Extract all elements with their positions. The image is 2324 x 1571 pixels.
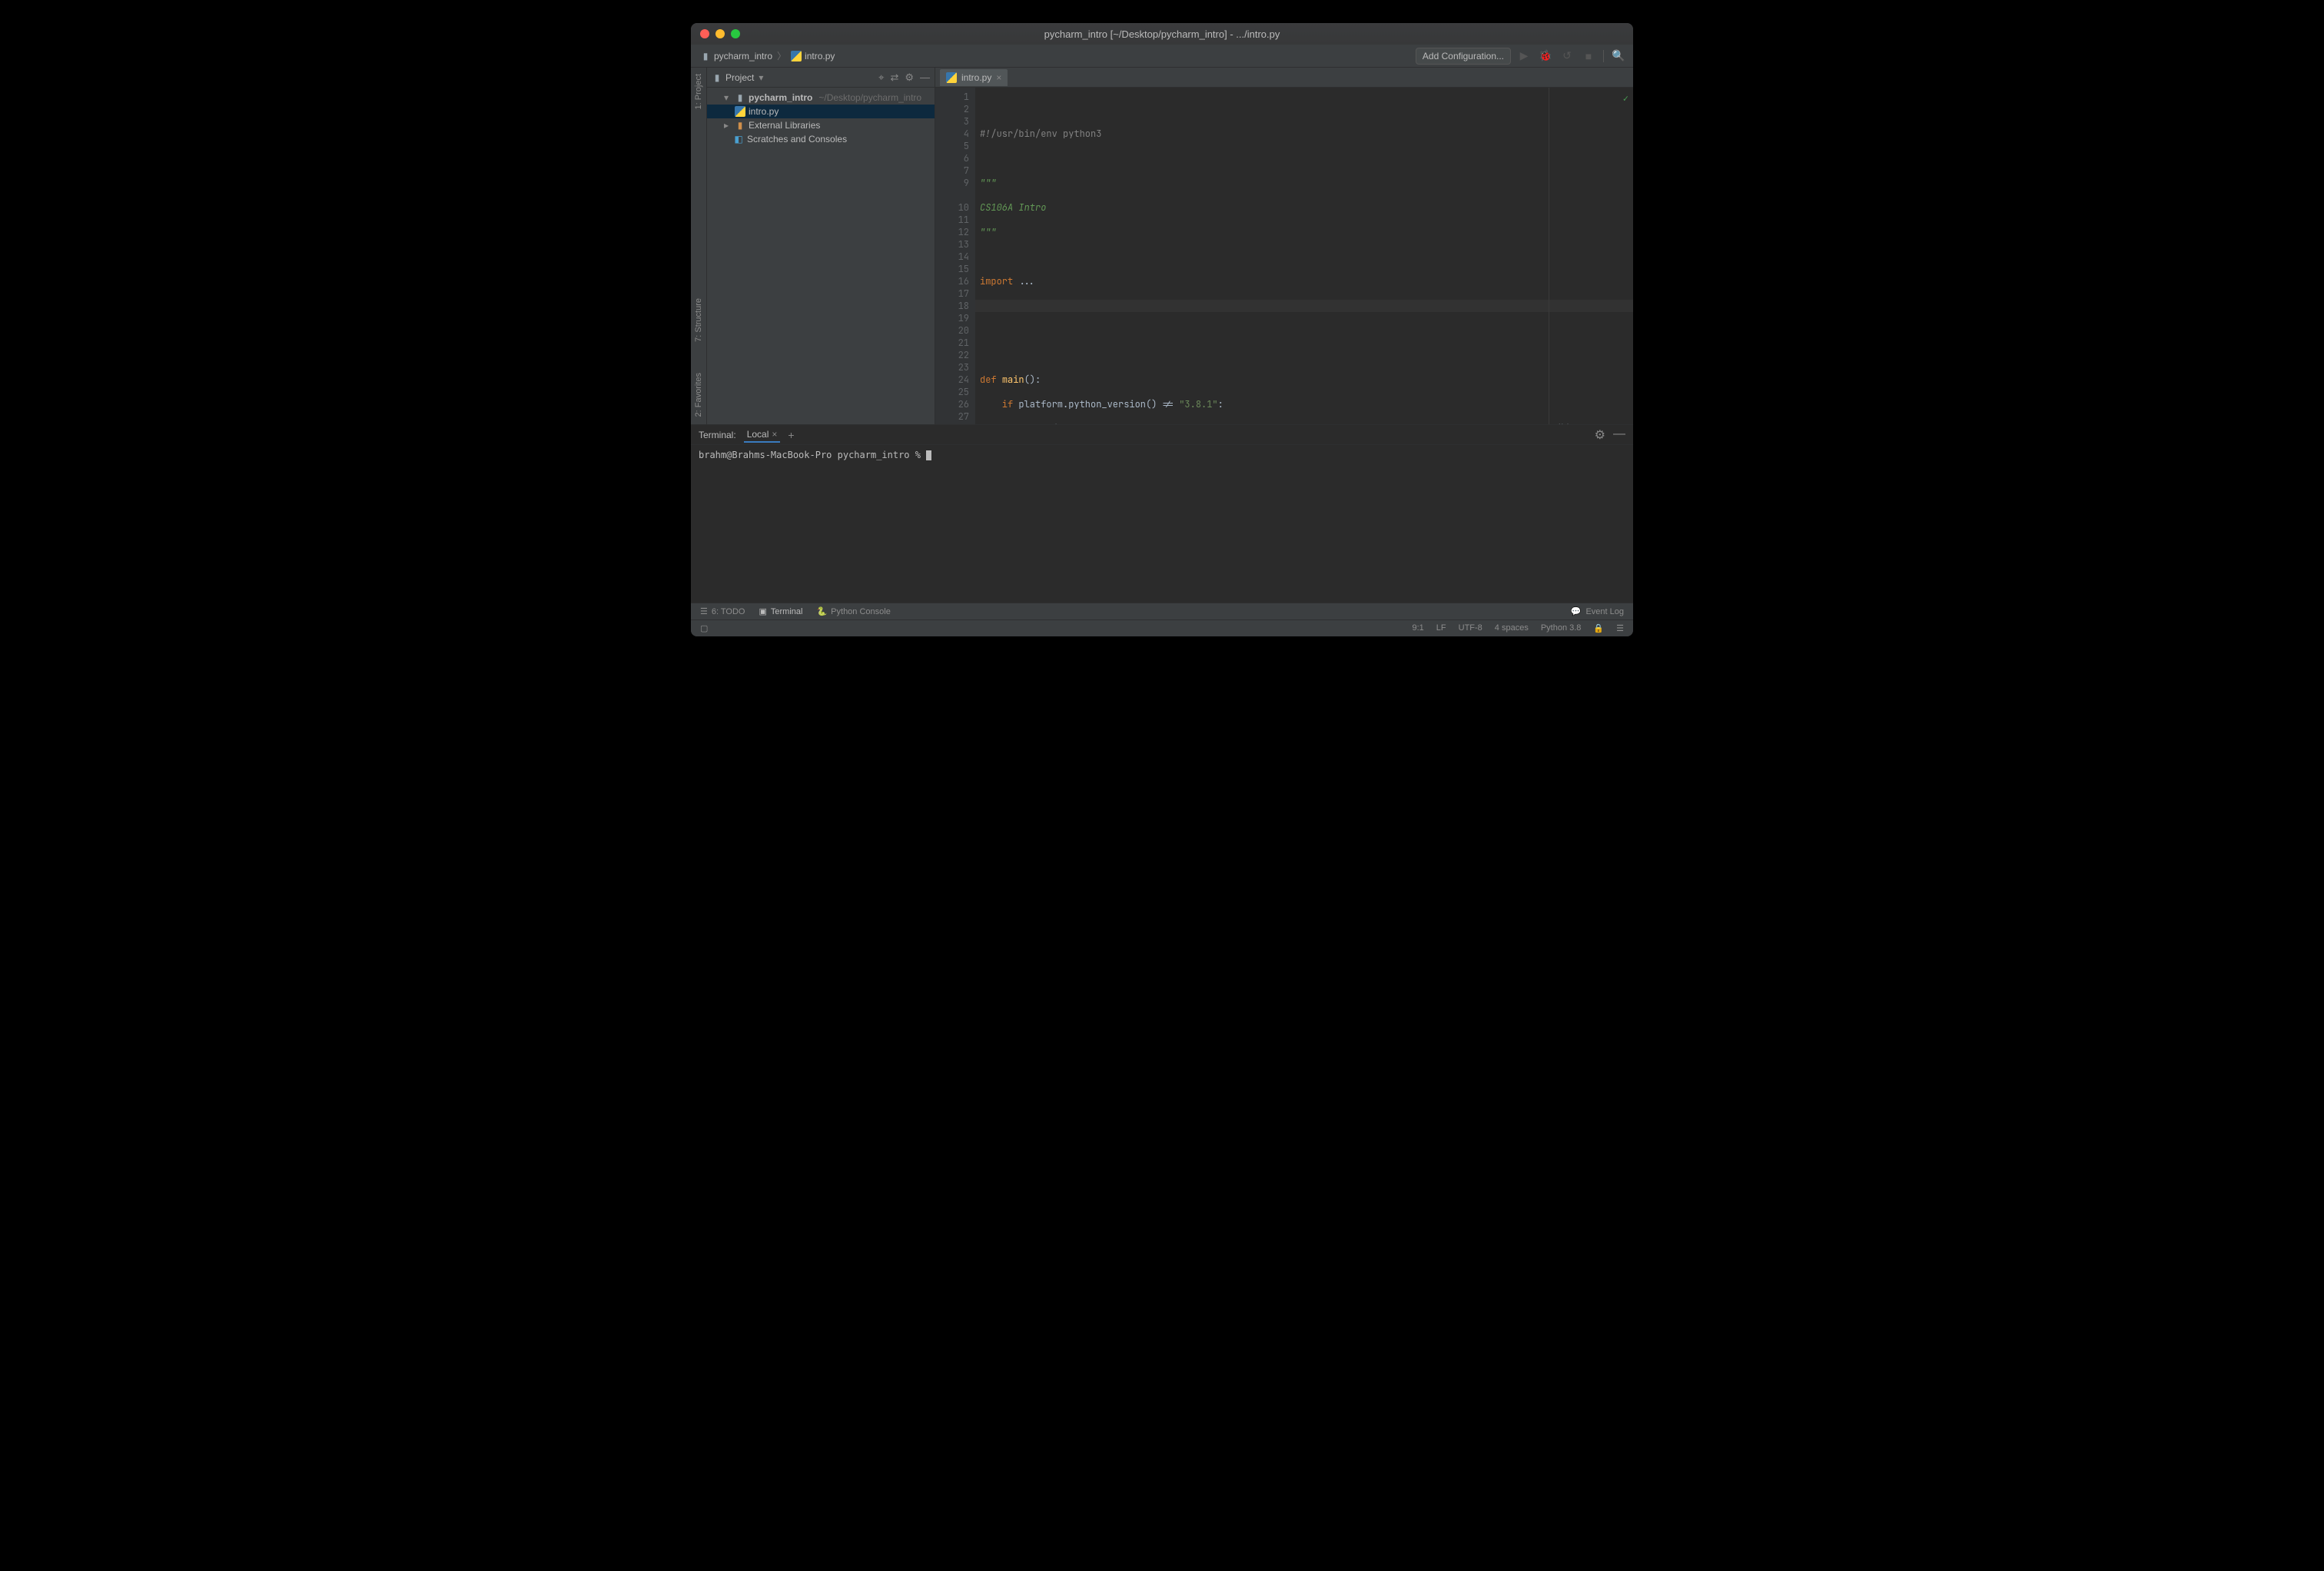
folder-icon: ▮ <box>712 72 722 83</box>
add-terminal-icon[interactable]: + <box>788 429 794 441</box>
divider <box>1603 50 1604 62</box>
status-encoding[interactable]: UTF-8 <box>1459 623 1482 633</box>
status-indent[interactable]: 4 spaces <box>1495 623 1529 633</box>
tab-event-log[interactable]: 💬 Event Log <box>1571 606 1633 616</box>
search-icon[interactable]: 🔍 <box>1610 48 1627 65</box>
left-tool-strip: 1: Project 7: Structure 2: Favorites <box>691 68 707 424</box>
tree-scratches[interactable]: ◧ Scratches and Consoles <box>707 132 935 146</box>
tree-ext-libs-label: External Libraries <box>749 120 820 131</box>
run-icon[interactable]: ▶ <box>1516 48 1532 65</box>
project-pane: ▮ Project ▾ ⌖ ⇄ ⚙ — ▮ pycharm_intro ~/De… <box>707 68 935 424</box>
tree-file-label: intro.py <box>749 106 779 117</box>
tree-root[interactable]: ▮ pycharm_intro ~/Desktop/pycharm_intro <box>707 91 935 105</box>
navigation-bar: ▮ pycharm_intro 〉 intro.py Add Configura… <box>691 45 1633 68</box>
hide-icon[interactable]: — <box>920 71 930 84</box>
breadcrumb-file-label: intro.py <box>805 51 835 61</box>
tab-todo[interactable]: ☰ 6: TODO <box>700 606 745 616</box>
folder-icon: ▮ <box>700 51 711 61</box>
notification-icon[interactable]: ☰ <box>1616 623 1624 633</box>
python-file-icon <box>735 106 745 117</box>
add-configuration-button[interactable]: Add Configuration... <box>1416 48 1511 65</box>
code-line: """ <box>980 177 997 189</box>
gear-icon[interactable]: ⚙ <box>1595 427 1605 443</box>
terminal-label: Terminal: <box>699 430 736 440</box>
main-area: 1: Project 7: Structure 2: Favorites ▮ P… <box>691 68 1633 424</box>
code-line: #!/usr/bin/env python3 <box>980 128 1101 140</box>
code-editor[interactable]: 1234567910111213141516171819202122232425… <box>935 88 1633 424</box>
tree-file-intro[interactable]: intro.py <box>707 105 935 118</box>
locate-icon[interactable]: ⌖ <box>878 71 884 84</box>
python-file-icon <box>946 72 957 83</box>
breadcrumb-file[interactable]: intro.py <box>788 51 838 61</box>
inspection-ok-icon[interactable]: ✓ <box>1623 92 1628 105</box>
tab-label: intro.py <box>961 72 991 83</box>
project-pane-header: ▮ Project ▾ ⌖ ⇄ ⚙ — <box>707 68 935 88</box>
status-bar-toggle-icon[interactable]: ▢ <box>700 623 708 633</box>
code-line: CS106A Intro <box>980 201 1046 214</box>
code-line: import <box>980 275 1013 287</box>
gutter: 1234567910111213141516171819202122232425… <box>935 88 975 424</box>
terminal-prompt: brahm@Brahms-MacBook-Pro pycharm_intro % <box>699 450 926 460</box>
library-icon: ▮ <box>735 120 745 131</box>
stop-icon[interactable]: ■ <box>1580 48 1597 65</box>
status-bar: ▢ 9:1 LF UTF-8 4 spaces Python 3.8 🔒 ☰ <box>691 619 1633 636</box>
editor-panel: intro.py × 12345679101112131415161718192… <box>935 68 1633 424</box>
tab-python-console[interactable]: 🐍 Python Console <box>816 606 890 616</box>
breadcrumb-project-label: pycharm_intro <box>714 51 772 61</box>
scratch-icon: ◧ <box>733 134 744 144</box>
folder-icon: ▮ <box>735 92 745 103</box>
chevron-down-icon: ▾ <box>759 72 763 83</box>
terminal-pane: Terminal: Local × + ⚙ — brahm@Brahms-Mac… <box>691 424 1633 603</box>
hide-terminal-icon[interactable]: — <box>1613 427 1625 443</box>
tree-root-path: ~/Desktop/pycharm_intro <box>818 92 921 103</box>
tab-intro-py[interactable]: intro.py × <box>940 69 1008 86</box>
code-line: """ <box>980 226 997 238</box>
debug-icon[interactable]: 🐞 <box>1537 48 1554 65</box>
minimize-icon[interactable] <box>715 29 725 38</box>
project-tree: ▮ pycharm_intro ~/Desktop/pycharm_intro … <box>707 88 935 149</box>
close-terminal-tab-icon[interactable]: × <box>772 429 777 440</box>
project-view-selector[interactable]: ▮ Project ▾ <box>712 72 763 83</box>
terminal-header: Terminal: Local × + ⚙ — <box>691 425 1633 445</box>
zoom-icon[interactable] <box>731 29 740 38</box>
tree-scratches-label: Scratches and Consoles <box>747 134 847 144</box>
titlebar: pycharm_intro [~/Desktop/pycharm_intro] … <box>691 23 1633 45</box>
editor-tabbar: intro.py × <box>935 68 1633 88</box>
close-icon[interactable] <box>700 29 709 38</box>
tool-project[interactable]: 1: Project <box>694 74 703 109</box>
breadcrumb-separator: 〉 <box>777 49 786 62</box>
window-controls <box>700 29 740 38</box>
lock-icon[interactable]: 🔒 <box>1593 623 1604 633</box>
terminal-tab-label: Local <box>747 429 769 440</box>
status-line-ending[interactable]: LF <box>1436 623 1446 633</box>
run-with-coverage-icon[interactable]: ↺ <box>1559 48 1575 65</box>
tab-terminal[interactable]: ▣ Terminal <box>759 606 802 616</box>
terminal-tab-local[interactable]: Local × <box>744 427 781 443</box>
code-area[interactable]: ✓ #!/usr/bin/env python3 """ CS106A Intr… <box>975 88 1633 424</box>
status-interpreter[interactable]: Python 3.8 <box>1541 623 1582 633</box>
tool-favorites[interactable]: 2: Favorites <box>694 373 703 417</box>
status-caret-pos[interactable]: 9:1 <box>1412 623 1423 633</box>
breadcrumb-project[interactable]: ▮ pycharm_intro <box>697 51 775 61</box>
tree-root-name: pycharm_intro <box>749 92 812 103</box>
tool-structure[interactable]: 7: Structure <box>694 298 703 342</box>
window-title: pycharm_intro [~/Desktop/pycharm_intro] … <box>691 28 1633 40</box>
close-tab-icon[interactable]: × <box>996 72 1001 83</box>
bottom-toolwindow-bar: ☰ 6: TODO ▣ Terminal 🐍 Python Console 💬 … <box>691 603 1633 619</box>
project-pane-title: Project <box>725 72 754 83</box>
python-file-icon <box>791 51 802 61</box>
gear-icon[interactable]: ⚙ <box>905 71 914 84</box>
tree-external-libraries[interactable]: ▮ External Libraries <box>707 118 935 132</box>
terminal-cursor <box>926 450 931 460</box>
expand-all-icon[interactable]: ⇄ <box>890 71 898 84</box>
pycharm-window: pycharm_intro [~/Desktop/pycharm_intro] … <box>691 23 1633 636</box>
terminal-body[interactable]: brahm@Brahms-MacBook-Pro pycharm_intro % <box>691 445 1633 603</box>
